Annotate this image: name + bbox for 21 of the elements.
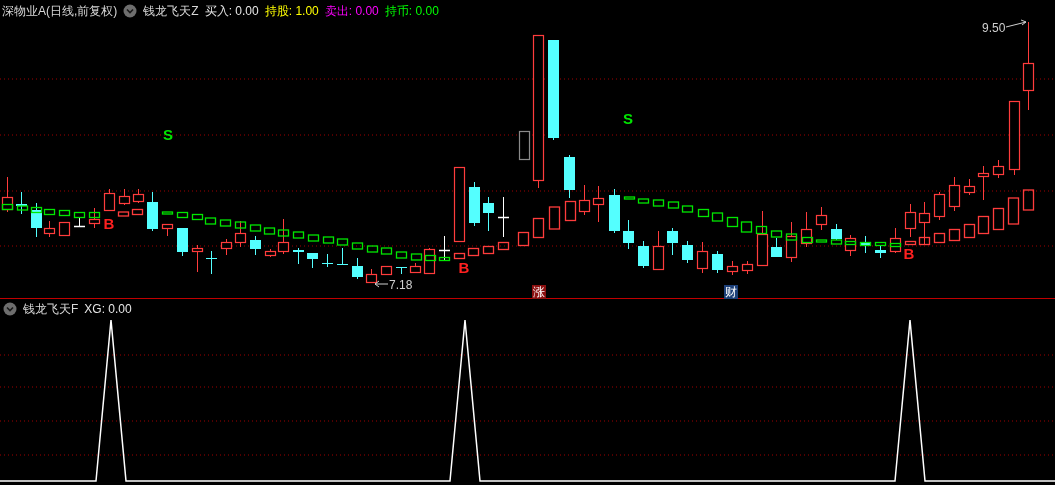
high-price-label: 9.50 [982, 21, 1006, 35]
signal-marker: B [458, 259, 470, 276]
signal-marker: S [623, 110, 633, 127]
leader-line [1005, 19, 1027, 28]
signal-marker: S [163, 126, 173, 143]
signal-marker: B [103, 215, 115, 232]
event-badge[interactable]: 财 [724, 285, 738, 299]
indicator-name: 钱龙飞天Z [143, 3, 199, 20]
indicator-value: 持股: 1.00 [264, 3, 319, 20]
dropdown-icon[interactable] [3, 302, 17, 316]
dropdown-icon[interactable] [123, 4, 138, 18]
event-badge[interactable]: 涨 [532, 285, 546, 299]
low-price-label: 7.18 [389, 278, 413, 292]
indicator-value: 持币: 0.00 [384, 3, 439, 20]
arrow-icon [374, 280, 389, 288]
indicator-name: 钱龙飞天F [23, 301, 79, 318]
security-title: 深物业A(日线,前复权) [2, 3, 118, 20]
signal-marker: B [903, 245, 915, 262]
indicator-value: XG: 0.00 [84, 301, 132, 318]
indicator-value: 卖出: 0.00 [324, 3, 379, 20]
indicator-value: 买入: 0.00 [204, 3, 259, 20]
